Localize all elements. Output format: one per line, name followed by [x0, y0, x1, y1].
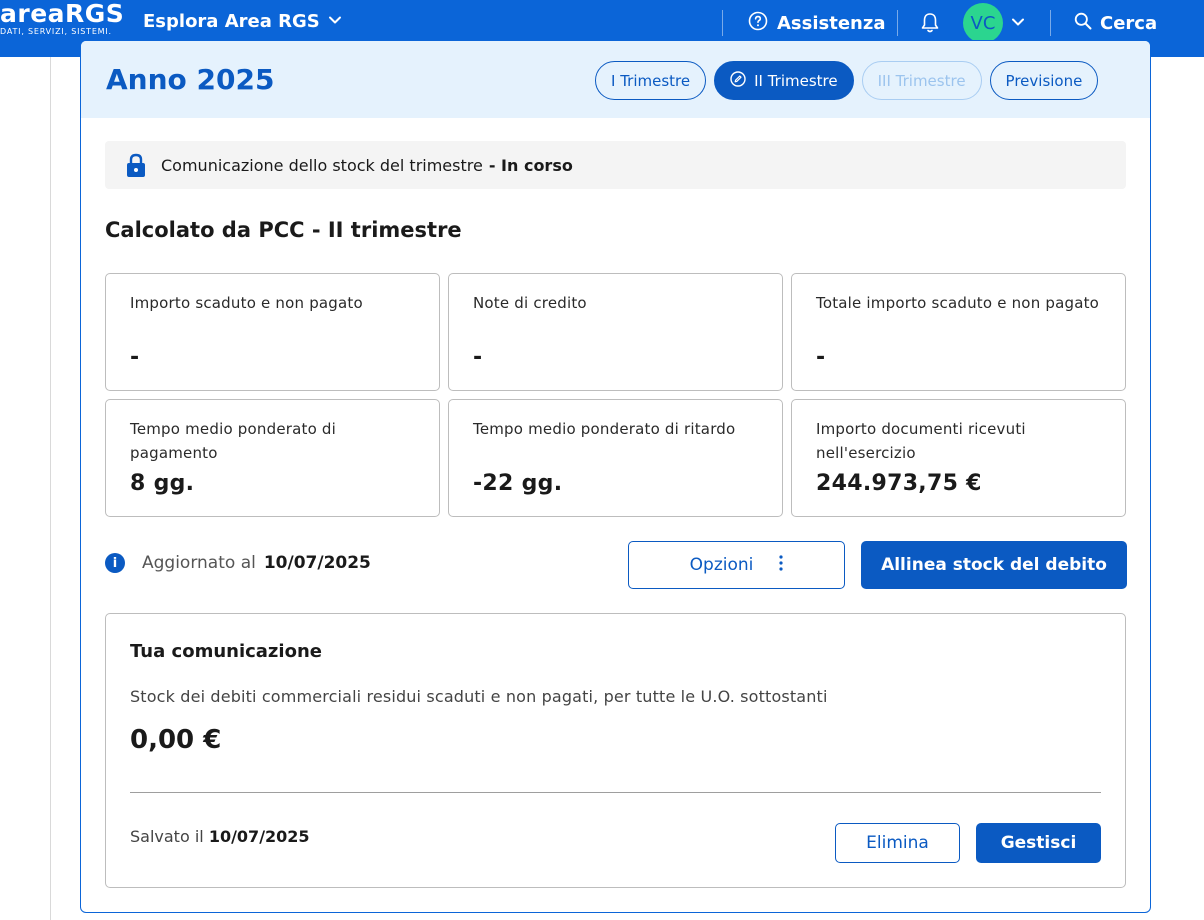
- info-icon: i: [105, 553, 125, 573]
- manage-label: Gestisci: [1000, 833, 1077, 853]
- header-divider: [1050, 10, 1051, 36]
- metric-value: -: [816, 345, 826, 370]
- tab-quarter-3: III Trimestre: [861, 61, 982, 100]
- metric-card-total-expired: Totale importo scaduto e non pagato -: [791, 273, 1126, 391]
- quarter-tabs: I Trimestre II Trimestre III Trimestre P…: [595, 61, 1099, 100]
- metric-label: Tempo medio ponderato di ritardo: [473, 420, 736, 438]
- metric-label: Tempo medio ponderato di pagamento: [130, 420, 337, 462]
- metric-card-avg-delay-time: Tempo medio ponderato di ritardo -22 gg.: [448, 399, 783, 517]
- tab-forecast[interactable]: Previsione: [989, 61, 1099, 100]
- saved-label: Salvato il: [130, 827, 204, 846]
- communication-divider: [130, 792, 1101, 793]
- saved-info: Salvato il 10/07/2025: [130, 827, 310, 846]
- year-title: Anno 2025: [106, 63, 275, 96]
- search-icon: [1074, 12, 1092, 35]
- metric-card-documents-amount: Importo documenti ricevuti nell'esercizi…: [791, 399, 1126, 517]
- align-debt-stock-button[interactable]: Allinea stock del debito: [861, 541, 1127, 589]
- stock-communication-notice: Comunicazione dello stock del trimestre …: [105, 141, 1126, 189]
- manage-button[interactable]: Gestisci: [976, 823, 1101, 863]
- metric-label: Totale importo scaduto e non pagato: [816, 294, 1100, 312]
- metric-label: Importo documenti ricevuti nell'esercizi…: [816, 420, 1026, 462]
- tab-quarter-2[interactable]: II Trimestre: [714, 61, 854, 100]
- communication-description: Stock dei debiti commerciali residui sca…: [130, 687, 828, 706]
- updated-label: Aggiornato al: [142, 553, 256, 573]
- user-menu-chevron-down-icon[interactable]: [1011, 14, 1025, 33]
- your-communication-card: Tua comunicazione Stock dei debiti comme…: [105, 613, 1126, 888]
- metric-card-avg-payment-time: Tempo medio ponderato di pagamento 8 gg.: [105, 399, 440, 517]
- logo-tagline: DATI, SERVIZI, SISTEMI.: [0, 27, 112, 36]
- logo-text: areaRGS: [0, 0, 125, 28]
- year-panel: Anno 2025 I Trimestre II Trimestre III T…: [80, 40, 1151, 913]
- search-button[interactable]: Cerca: [1074, 12, 1157, 35]
- notifications-bell-icon[interactable]: [920, 12, 940, 38]
- metric-value: -: [473, 345, 483, 370]
- lock-icon: [125, 152, 147, 178]
- user-avatar[interactable]: VC: [963, 3, 1003, 43]
- notice-status: - In corso: [488, 155, 573, 175]
- assistance-label: Assistenza: [777, 13, 886, 34]
- metric-label: Importo scaduto e non pagato: [130, 294, 363, 312]
- calculated-section-title: Calcolato da PCC - II trimestre: [105, 218, 462, 242]
- metric-label: Note di credito: [473, 294, 587, 312]
- notice-text: Comunicazione dello stock del trimestre: [161, 155, 483, 175]
- options-button[interactable]: Opzioni: [628, 541, 845, 589]
- tab-label: Previsione: [1005, 71, 1083, 90]
- chevron-down-icon: [328, 11, 342, 32]
- delete-button[interactable]: Elimina: [835, 823, 960, 863]
- tab-label: II Trimestre: [754, 71, 838, 90]
- metric-value: -: [130, 345, 140, 370]
- assistance-button[interactable]: Assistenza: [748, 11, 886, 36]
- help-circle-icon: [748, 11, 768, 36]
- search-label: Cerca: [1100, 13, 1158, 34]
- left-rail-divider: [50, 57, 51, 920]
- explore-label: Esplora Area RGS: [143, 11, 320, 32]
- last-updated-info: i Aggiornato al 10/07/2025: [105, 553, 371, 573]
- updated-date: 10/07/2025: [263, 553, 371, 573]
- explore-menu-button[interactable]: Esplora Area RGS: [143, 11, 342, 32]
- tab-label: III Trimestre: [877, 71, 966, 90]
- communication-amount: 0,00 €: [130, 725, 222, 755]
- metric-value: 8 gg.: [130, 471, 195, 496]
- options-label: Opzioni: [689, 555, 754, 575]
- saved-date: 10/07/2025: [208, 827, 310, 846]
- communication-title: Tua comunicazione: [130, 641, 322, 662]
- area-rgs-logo[interactable]: areaRGS DATI, SERVIZI, SISTEMI.: [0, 1, 124, 37]
- tab-label: I Trimestre: [611, 71, 691, 90]
- year-panel-header: Anno 2025 I Trimestre II Trimestre III T…: [81, 41, 1150, 118]
- metric-card-credit-notes: Note di credito -: [448, 273, 783, 391]
- metric-card-expired-unpaid: Importo scaduto e non pagato -: [105, 273, 440, 391]
- header-divider: [722, 10, 723, 36]
- header-divider: [897, 10, 898, 36]
- delete-label: Elimina: [866, 833, 929, 853]
- avatar-initials: VC: [970, 12, 996, 34]
- align-label: Allinea stock del debito: [881, 555, 1107, 575]
- tab-quarter-1[interactable]: I Trimestre: [595, 61, 707, 100]
- metric-value: 244.973,75 €: [816, 471, 982, 496]
- metric-value: -22 gg.: [473, 471, 563, 496]
- edit-circle-icon: [730, 70, 746, 91]
- more-vertical-icon: [779, 554, 783, 576]
